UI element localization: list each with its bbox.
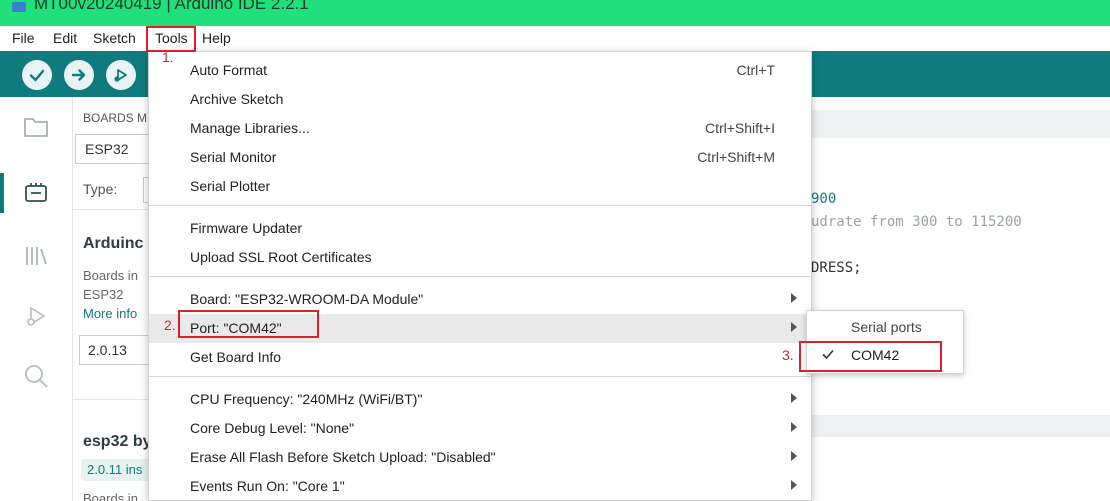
boards-search-input[interactable]: ESP32 [75,134,148,164]
boards-manager-panel: BOARDS M ESP32 Type: Arduinc Boards in E… [73,97,148,501]
menu-item-label: Manage Libraries... [190,120,310,136]
debug-icon [114,69,127,82]
library-icon[interactable] [22,242,50,270]
menu-item-label: Auto Format [190,62,268,78]
debug-button[interactable] [106,60,136,90]
menu-item-label: CPU Frequency: "240MHz (WiFi/BT)" [190,391,423,407]
board-item-title: esp32 by [83,433,148,450]
menu-item-label: Archive Sketch [190,91,284,107]
board-item-desc: Boards in [83,268,138,283]
step-3-label: 3. [782,347,794,363]
editor-strip [800,415,1110,437]
menu-item-label: Erase All Flash Before Sketch Upload: "D… [190,449,496,465]
menu-item-label: Events Run On: "Core 1" [190,478,345,494]
installed-badge-text: 2.0.11 ins [87,462,143,477]
menu-sketch[interactable]: Sketch [93,30,136,46]
menu-item-firmware-updater[interactable]: Firmware Updater [149,214,811,243]
menu-file[interactable]: File [12,30,35,46]
code-line: 900 [811,191,837,207]
submenu-arrow-icon [791,422,797,432]
menu-item-serial-plotter[interactable]: Serial Plotter [149,172,811,201]
menu-item-get-board-info[interactable]: Get Board Info [149,343,811,372]
submenu-arrow-icon [791,322,797,332]
version-value: 2.0.13 [88,342,127,358]
submenu-arrow-icon [791,393,797,403]
menu-item-upload-ssl[interactable]: Upload SSL Root Certificates [149,243,811,272]
menu-item-auto-format[interactable]: Auto Format Ctrl+T [149,56,811,85]
menu-item-shortcut: Ctrl+Shift+I [704,120,775,136]
more-info-link[interactable]: More info [83,306,137,321]
submenu-arrow-icon [791,480,797,490]
callout-com42 [799,341,942,372]
menu-item-label: Serial Monitor [190,149,277,165]
menu-item-label: Board: "ESP32-WROOM-DA Module" [190,291,424,307]
menu-item-label: Serial Plotter [190,178,271,194]
menu-separator [149,276,811,277]
menu-separator [149,376,811,377]
upload-button[interactable] [64,60,94,90]
serial-ports-header: Serial ports [851,319,922,335]
tools-menu: Auto Format Ctrl+T Archive Sketch Manage… [148,51,812,501]
menu-item-erase-flash[interactable]: Erase All Flash Before Sketch Upload: "D… [149,443,811,472]
menu-item-shortcut: Ctrl+T [736,62,776,78]
submenu-arrow-icon [791,451,797,461]
boards-search-value: ESP32 [85,141,129,157]
folder-icon[interactable] [22,113,50,141]
search-icon[interactable] [22,362,50,390]
code-editor[interactable]: 900 udrate from 300 to 115200 DRESS; [800,97,1110,501]
menu-help[interactable]: Help [202,30,231,46]
boards-manager-icon[interactable] [22,179,50,207]
board-item-desc: Boards in [83,491,138,501]
menu-item-label: Get Board Info [190,349,282,365]
divider [73,399,148,400]
active-indicator [0,173,4,213]
menu-item-core-debug-level[interactable]: Core Debug Level: "None" [149,414,811,443]
board-item-list: ESP32 [83,287,124,302]
type-filter-label: Type: [83,181,118,197]
verify-icon [29,69,45,82]
activity-sidebar [0,97,73,501]
menu-edit[interactable]: Edit [53,30,77,46]
callout-port [178,310,319,338]
title-bar: MT00v20240419 | Arduino IDE 2.2.1 [0,0,1110,26]
menu-item-manage-libraries[interactable]: Manage Libraries... Ctrl+Shift+I [149,114,811,143]
menu-item-label: Upload SSL Root Certificates [190,249,372,265]
menu-item-serial-monitor[interactable]: Serial Monitor Ctrl+Shift+M [149,143,811,172]
version-select[interactable]: 2.0.13 [79,335,148,365]
menu-item-label: Firmware Updater [190,220,303,236]
boards-manager-header: BOARDS M [83,111,148,125]
menu-item-cpu-frequency[interactable]: CPU Frequency: "240MHz (WiFi/BT)" [149,385,811,414]
menu-item-events-run-on[interactable]: Events Run On: "Core 1" [149,472,811,501]
submenu-arrow-icon [791,293,797,303]
upload-icon [71,69,86,81]
editor-tab-strip [800,110,1110,138]
divider [73,209,148,210]
step-1-label: 1. [162,49,174,65]
debug-icon[interactable] [22,302,50,330]
step-2-label: 2. [164,317,176,333]
verify-button[interactable] [22,60,52,90]
menu-item-label: Core Debug Level: "None" [190,420,355,436]
code-line: udrate from 300 to 115200 [811,214,1022,230]
menu-item-archive-sketch[interactable]: Archive Sketch [149,85,811,114]
installed-badge: 2.0.11 ins [81,459,148,481]
arduino-app-icon [12,2,26,12]
code-line: DRESS; [811,260,862,276]
menu-item-shortcut: Ctrl+Shift+M [697,149,775,165]
menu-separator [149,205,811,206]
board-item-title: Arduinc [83,235,144,252]
window-title: MT00v20240419 | Arduino IDE 2.2.1 [34,0,309,13]
